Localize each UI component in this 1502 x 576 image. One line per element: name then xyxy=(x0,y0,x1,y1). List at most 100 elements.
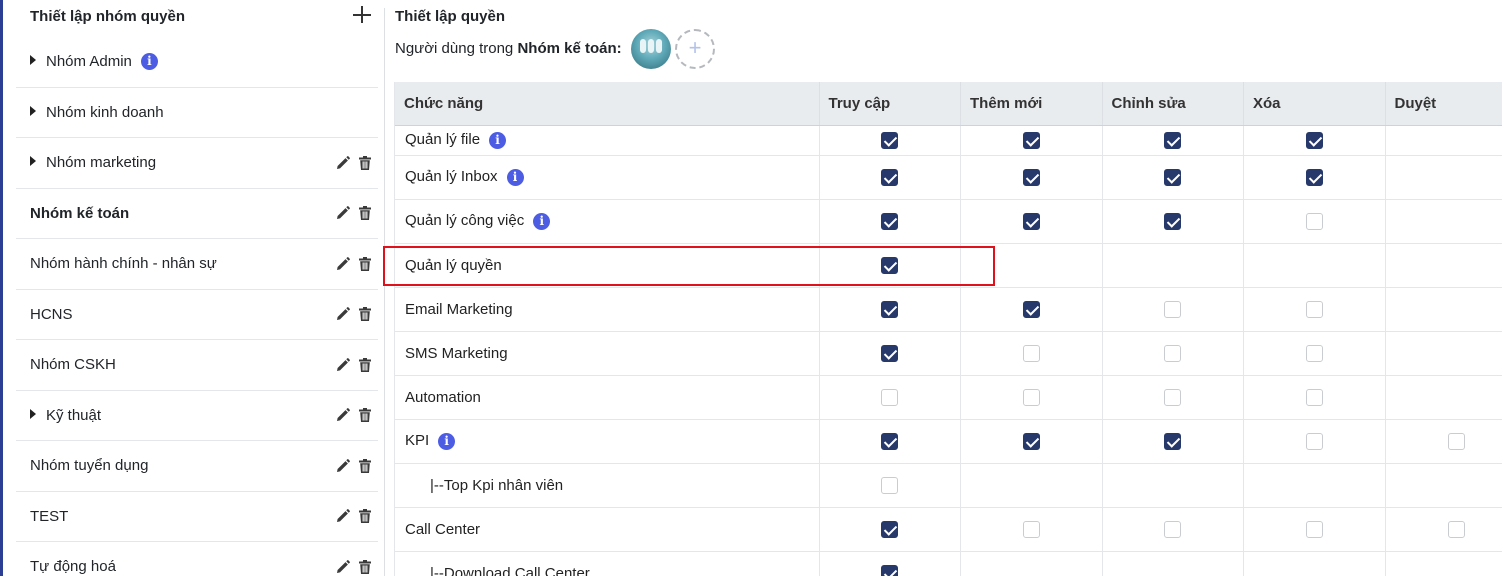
edit-icon[interactable] xyxy=(336,559,350,574)
info-icon[interactable]: i xyxy=(533,212,551,230)
trash-icon[interactable] xyxy=(358,206,372,221)
sidebar-group-item[interactable]: Nhóm marketing xyxy=(16,138,378,189)
checkbox-checked[interactable] xyxy=(1164,432,1182,450)
checkbox-unchecked[interactable] xyxy=(1305,520,1323,538)
checkbox-checked[interactable] xyxy=(881,168,899,186)
function-name: Automation xyxy=(405,388,481,406)
caret-right-icon[interactable] xyxy=(30,55,36,66)
checkbox-checked[interactable] xyxy=(1022,131,1040,149)
checkbox-unchecked[interactable] xyxy=(1164,344,1182,362)
checkbox-checked[interactable] xyxy=(881,212,899,230)
info-icon[interactable]: i xyxy=(489,131,507,149)
checkbox-unchecked[interactable] xyxy=(1022,344,1040,362)
checkbox-checked[interactable] xyxy=(1022,300,1040,318)
add-group-icon[interactable] xyxy=(352,4,372,26)
checkbox-unchecked[interactable] xyxy=(1305,212,1323,230)
edit-icon[interactable] xyxy=(336,307,350,321)
trash-icon[interactable] xyxy=(358,509,372,524)
checkbox-checked[interactable] xyxy=(881,256,899,274)
permission-cell xyxy=(960,125,1102,155)
edit-icon[interactable] xyxy=(336,458,350,473)
checkbox-unchecked[interactable] xyxy=(881,388,899,406)
checkbox-unchecked[interactable] xyxy=(1164,520,1182,538)
sidebar-group-item[interactable]: Nhóm kinh doanh xyxy=(16,88,378,138)
checkbox-checked[interactable] xyxy=(1022,212,1040,230)
permission-cell xyxy=(818,374,961,419)
trash-icon[interactable] xyxy=(358,408,372,423)
permission-cell xyxy=(1384,154,1502,199)
permission-table: Chức năng Truy cập Thêm mới Chỉnh sửa Xóa Duy… xyxy=(395,82,1502,576)
checkbox-unchecked[interactable] xyxy=(1305,388,1323,406)
checkbox-checked[interactable] xyxy=(881,520,899,538)
trash-icon[interactable] xyxy=(358,559,372,574)
sidebar-group-item[interactable]: HCNS xyxy=(16,290,378,340)
edit-icon[interactable] xyxy=(336,206,350,220)
checkbox-unchecked[interactable] xyxy=(1447,520,1465,538)
edit-icon[interactable] xyxy=(336,155,350,170)
checkbox-unchecked[interactable] xyxy=(1164,300,1182,318)
checkbox-checked[interactable] xyxy=(881,344,899,362)
checkbox-unchecked[interactable] xyxy=(1022,520,1040,538)
sidebar-group-item[interactable]: TEST xyxy=(16,492,378,542)
checkbox-wrap xyxy=(1022,212,1040,230)
trash-icon[interactable] xyxy=(358,307,372,322)
function-name: Call Center xyxy=(405,520,481,538)
checkbox-unchecked[interactable] xyxy=(1305,344,1323,362)
caret-right-icon[interactable] xyxy=(30,408,36,419)
function-name: Quản lý file xyxy=(405,131,481,149)
sidebar-group-item[interactable]: Nhóm hành chính - nhân sự xyxy=(16,239,378,290)
caret-right-icon[interactable] xyxy=(30,156,36,167)
trash-icon[interactable] xyxy=(358,155,372,170)
checkbox-unchecked[interactable] xyxy=(1022,388,1040,406)
avatar[interactable] xyxy=(631,29,671,69)
group-label: HCNS xyxy=(30,305,73,323)
function-cell: |--Download Call Center xyxy=(395,550,819,576)
sidebar-group-item[interactable]: Nhóm Admin i xyxy=(16,37,378,88)
checkbox-checked[interactable] xyxy=(1305,131,1323,149)
trash-icon[interactable] xyxy=(358,458,372,473)
checkbox-checked[interactable] xyxy=(1164,131,1182,149)
info-icon[interactable]: i xyxy=(438,432,456,450)
users-group-name: Nhóm kế toán: xyxy=(517,40,622,57)
caret-right-icon[interactable] xyxy=(30,105,36,116)
trash-icon[interactable] xyxy=(358,357,372,372)
permission-cell xyxy=(818,462,961,507)
sidebar-group-item[interactable]: Kỹ thuật xyxy=(16,391,378,441)
checkbox-checked[interactable] xyxy=(881,131,899,149)
checkbox-unchecked[interactable] xyxy=(1447,432,1465,450)
sidebar-group-item[interactable]: Nhóm tuyển dụng xyxy=(16,441,378,492)
checkbox-checked[interactable] xyxy=(881,565,899,576)
checkbox-unchecked[interactable] xyxy=(881,476,899,494)
edit-icon[interactable] xyxy=(336,357,350,372)
permission-cell xyxy=(1384,330,1502,375)
edit-icon[interactable] xyxy=(336,256,350,271)
checkbox-checked[interactable] xyxy=(881,432,899,450)
checkbox-wrap xyxy=(881,388,899,406)
checkbox-checked[interactable] xyxy=(1305,168,1323,186)
sidebar-group-item[interactable]: Nhóm kế toán xyxy=(16,189,378,239)
info-icon[interactable]: i xyxy=(506,168,524,186)
permission-cell xyxy=(1243,242,1385,287)
checkbox-unchecked[interactable] xyxy=(1305,300,1323,318)
table-row: SMS Marketing xyxy=(395,330,1502,375)
function-cell: Quản lý Inbox i xyxy=(395,154,819,199)
edit-icon[interactable] xyxy=(336,509,350,523)
checkbox-checked[interactable] xyxy=(1022,432,1040,450)
group-label: Nhóm hành chính - nhân sự xyxy=(30,255,217,273)
sidebar-group-item[interactable]: Tự động hoá xyxy=(16,542,378,576)
checkbox-checked[interactable] xyxy=(1022,168,1040,186)
checkbox-checked[interactable] xyxy=(881,300,899,318)
checkbox-checked[interactable] xyxy=(1164,168,1182,186)
add-user-button[interactable]: + xyxy=(675,29,715,69)
checkbox-checked[interactable] xyxy=(1164,212,1182,230)
sidebar-group-item[interactable]: Nhóm CSKH xyxy=(16,340,378,391)
group-actions xyxy=(336,256,372,271)
checkbox-wrap xyxy=(1305,520,1323,538)
trash-icon[interactable] xyxy=(358,256,372,271)
checkbox-unchecked[interactable] xyxy=(1164,388,1182,406)
info-icon[interactable]: i xyxy=(140,53,158,71)
permission-cell xyxy=(960,418,1102,463)
permission-cell xyxy=(1384,506,1502,551)
checkbox-unchecked[interactable] xyxy=(1305,432,1323,450)
edit-icon[interactable] xyxy=(336,408,350,422)
